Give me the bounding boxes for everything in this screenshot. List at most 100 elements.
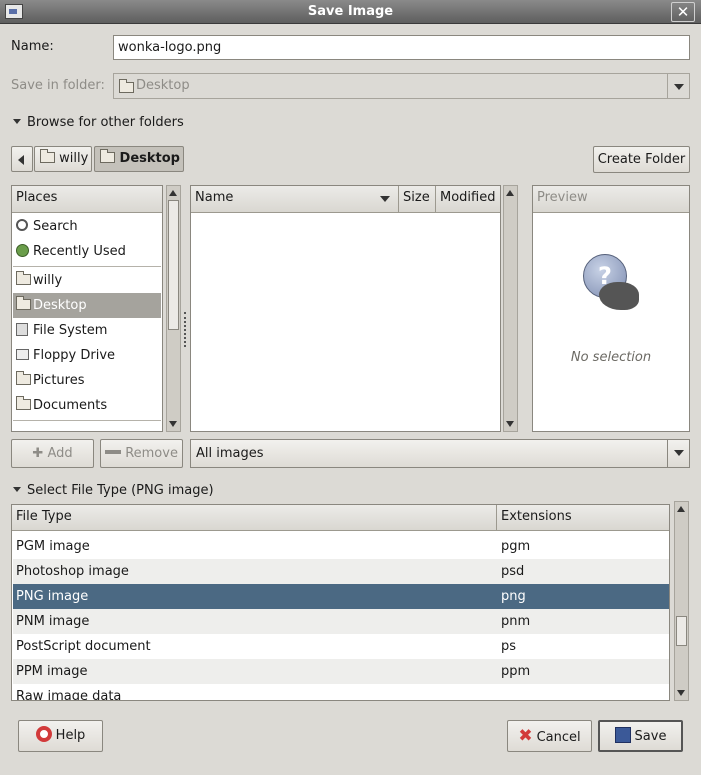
save-button[interactable]: Save [598,720,683,752]
search-icon [16,219,28,231]
place-floppy-drive[interactable]: Floppy Drive [13,343,161,368]
file-type-row[interactable]: PNM image pnm [13,609,669,634]
scroll-down-icon [506,421,514,427]
add-bookmark-button[interactable]: ✚ Add [11,439,94,468]
name-input[interactable]: wonka-logo.png [113,35,690,60]
minus-icon [105,450,122,454]
place-label: Recently Used [33,244,126,259]
files-scrollbar[interactable] [503,185,518,432]
file-type-row[interactable]: PGM image pgm [13,534,669,559]
recent-icon [16,244,29,257]
help-label: Help [55,728,86,743]
file-type-row[interactable]: PPM image ppm [13,659,669,684]
place-willy[interactable]: willy [13,268,161,293]
place-desktop[interactable]: Desktop [13,293,161,318]
column-file-type[interactable]: File Type [12,505,497,531]
preview-panel: Preview ? No selection [532,185,690,432]
remove-bookmark-button[interactable]: Remove [100,439,183,468]
file-type-name: PPM image [16,664,88,679]
chevron-down-icon [667,74,689,98]
close-button[interactable]: ✕ [671,2,695,22]
path-button-desktop[interactable]: Desktop [94,146,184,172]
file-type-ext: ps [501,639,517,654]
place-search[interactable]: Search [13,214,161,239]
place-documents[interactable]: Documents [13,393,161,418]
place-label: Pictures [33,373,85,388]
column-modified[interactable]: Modified [436,186,500,213]
pane-resize-handle[interactable] [184,312,187,347]
cancel-button[interactable]: ✖ Cancel [507,720,592,752]
places-scrollbar[interactable] [166,185,181,432]
file-type-name: Photoshop image [16,564,129,579]
column-size[interactable]: Size [399,186,436,213]
places-panel: Places Search Recently Used willy Deskto… [11,185,163,432]
file-type-name: PNM image [16,614,90,629]
file-type-scroll-thumb[interactable] [676,616,687,646]
folder-icon [40,149,55,163]
place-label: Search [33,219,78,234]
place-recently-used[interactable]: Recently Used [13,239,161,264]
file-type-name: Raw image data [16,689,122,701]
places-scroll-thumb[interactable] [168,200,179,330]
folder-icon [16,396,31,410]
places-divider [13,420,161,421]
create-folder-button[interactable]: Create Folder [593,146,690,173]
place-label: Documents [33,398,108,413]
help-button[interactable]: Help [18,720,103,752]
column-name[interactable]: Name [191,186,399,213]
folder-icon [100,149,115,163]
file-type-ext: pgm [501,539,531,554]
places-header[interactable]: Places [12,186,162,213]
drive-icon [16,323,28,336]
chevron-left-icon [18,155,24,165]
places-divider [13,266,161,267]
save-in-folder-value: Desktop [136,78,190,93]
column-name-label: Name [195,190,234,205]
expander-arrow-icon [13,487,21,492]
scroll-down-icon [677,690,685,696]
name-label: Name: [11,39,54,54]
file-type-name: PNG image [16,589,89,604]
file-type-row-selected[interactable]: PNG image png [13,584,669,609]
scroll-up-icon [169,190,177,196]
path-button-label: Desktop [119,151,180,166]
title-bar: Save Image [0,0,701,24]
save-label: Save [634,729,667,744]
column-extensions[interactable]: Extensions [497,505,669,531]
file-type-name: PGM image [16,539,90,554]
path-button-label: willy [59,151,89,166]
file-type-list: File Type Extensions PGM image pgm Photo… [11,504,670,701]
expander-arrow-icon [13,119,21,124]
path-back-button[interactable] [11,146,33,172]
path-button-willy[interactable]: willy [34,146,92,172]
file-type-label: Select File Type (PNG image) [27,483,214,498]
place-label: Floppy Drive [33,348,116,363]
place-pictures[interactable]: Pictures [13,368,161,393]
window-title: Save Image [307,4,394,19]
place-label: Desktop [33,298,87,313]
file-type-row[interactable]: Photoshop image psd [13,559,669,584]
floppy-icon [16,349,29,360]
preview-empty-text: No selection [570,350,652,365]
file-type-scrollbar[interactable] [674,501,689,701]
folder-icon [119,79,134,93]
filter-combo[interactable]: All images [190,439,690,468]
file-type-row[interactable]: PostScript document ps [13,634,669,659]
place-label: File System [33,323,108,338]
chevron-down-icon [667,440,689,467]
cancel-icon: ✖ [518,726,533,746]
floppy-save-icon [614,727,631,743]
scroll-down-icon [169,421,177,427]
browse-expander[interactable]: Browse for other folders [13,115,184,130]
file-type-name: PostScript document [16,639,151,654]
remove-label: Remove [125,446,178,461]
file-type-ext: psd [501,564,525,579]
scroll-up-icon [506,190,514,196]
place-file-system[interactable]: File System [13,318,161,343]
file-type-expander[interactable]: Select File Type (PNG image) [13,483,214,498]
file-type-ext: ppm [501,664,531,679]
file-type-row[interactable]: Raw image data [13,684,669,701]
add-label: Add [47,446,73,461]
browse-label: Browse for other folders [27,115,184,130]
cancel-label: Cancel [536,730,581,745]
